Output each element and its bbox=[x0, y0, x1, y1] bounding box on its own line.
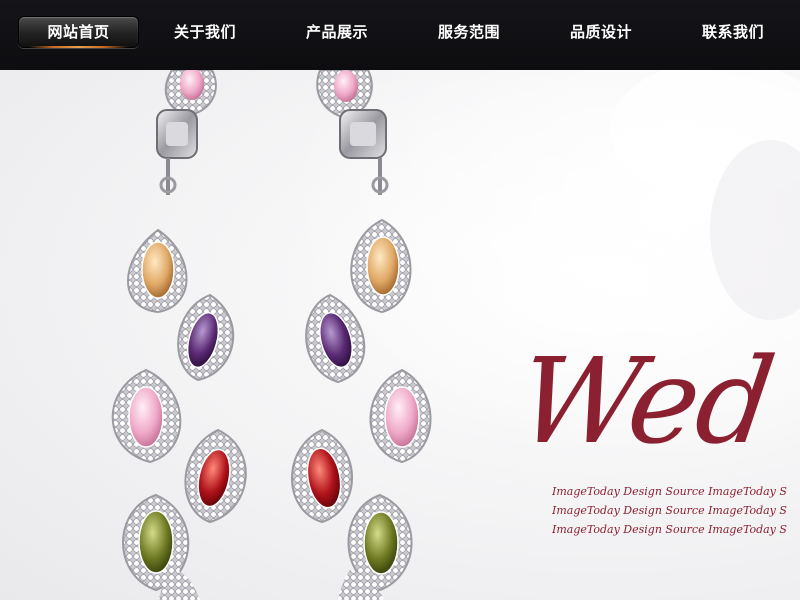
nav-item-products[interactable]: 产品展示 bbox=[271, 17, 403, 47]
hero-banner: Wed ImageToday Design Source ImageToday … bbox=[0, 70, 800, 600]
nav-item-contact[interactable]: 联系我们 bbox=[667, 17, 799, 47]
nav-item-services[interactable]: 服务范围 bbox=[403, 17, 535, 47]
nav-item-about[interactable]: 关于我们 bbox=[139, 17, 271, 47]
nav-item-home[interactable]: 网站首页 bbox=[18, 16, 139, 48]
main-nav: 网站首页 关于我们 产品展示 服务范围 品质设计 联系我们 bbox=[0, 0, 800, 64]
source-line-2: ImageToday Design Source ImageToday S bbox=[552, 504, 787, 517]
source-line-3: ImageToday Design Source ImageToday S bbox=[552, 523, 787, 536]
top-navigation-bar: 网站首页 关于我们 产品展示 服务范围 品质设计 联系我们 bbox=[0, 0, 800, 70]
source-line-1: ImageToday Design Source ImageToday S bbox=[552, 485, 787, 498]
banner-script-title: Wed bbox=[510, 332, 781, 470]
nav-item-quality-design[interactable]: 品质设计 bbox=[535, 17, 667, 47]
banner-source-lines: ImageToday Design Source ImageToday S Im… bbox=[552, 482, 800, 539]
